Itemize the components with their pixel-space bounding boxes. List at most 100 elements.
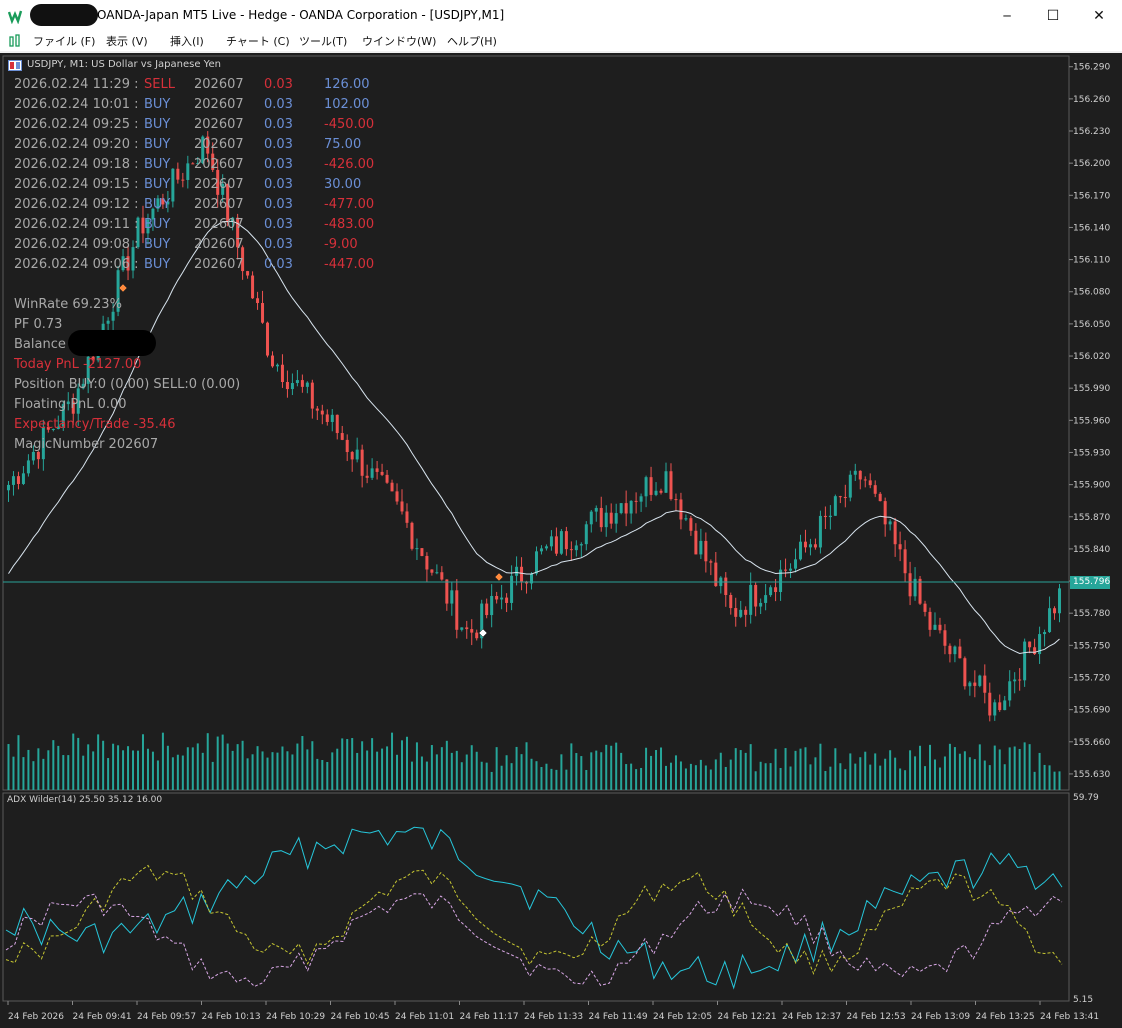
price-tick-label: 155.690: [1073, 706, 1110, 716]
candle-body: [355, 449, 359, 460]
price-tick-label: 156.290: [1073, 63, 1110, 73]
volume-bar: [47, 750, 50, 790]
price-tick-label: 156.020: [1073, 352, 1110, 362]
candle-body: [261, 303, 265, 323]
menu-chart[interactable]: チャート (C): [226, 33, 290, 49]
menu-view[interactable]: 表示 (V): [106, 33, 148, 49]
candle-body: [1058, 588, 1062, 614]
floating-pnl-text: Floating PnL 0.00: [14, 397, 127, 412]
candle-body: [589, 511, 593, 525]
trade-magic: 202607: [194, 137, 244, 152]
volume-bar: [470, 745, 473, 790]
candle-body: [510, 575, 514, 603]
candle-body: [111, 311, 115, 321]
volume-bar: [361, 741, 364, 790]
candle-body: [350, 452, 354, 460]
candle-body: [659, 490, 663, 493]
adx-indicator-label: ADX Wilder(14) 25.50 35.12 16.00: [7, 795, 163, 805]
volume-bar: [72, 733, 75, 790]
volume-bar: [595, 750, 598, 790]
price-tick-label: 156.110: [1073, 256, 1110, 266]
close-button[interactable]: ✕: [1076, 0, 1122, 31]
candle-body: [689, 518, 693, 531]
candle-body: [918, 578, 922, 604]
trade-lots: 0.03: [264, 257, 293, 272]
trade-side: BUY: [144, 177, 171, 192]
volume-bar: [505, 755, 508, 790]
candle-body: [186, 163, 190, 180]
minimize-button[interactable]: ─: [984, 0, 1030, 31]
candle-body: [251, 275, 255, 299]
volume-bar: [779, 767, 782, 790]
candle-body: [609, 512, 613, 524]
trade-time: 2026.02.24 09:18 :: [14, 157, 139, 172]
volume-bar: [410, 761, 413, 790]
volume-bar: [933, 759, 936, 790]
candle-body: [724, 577, 728, 595]
volume-bar: [216, 736, 219, 790]
volume-bar: [246, 758, 249, 790]
time-tick-label: 24 Feb 10:45: [331, 1012, 390, 1022]
candle-body: [335, 414, 339, 434]
volume-bar: [889, 750, 892, 790]
candle-body: [873, 485, 877, 494]
trade-magic: 202607: [194, 157, 244, 172]
candle-body: [739, 609, 743, 617]
menu-tools[interactable]: ツール(T): [299, 33, 347, 49]
time-tick-label: 24 Feb 09:41: [73, 1012, 132, 1022]
volume-bar: [415, 742, 418, 790]
volume-bar: [983, 760, 986, 790]
volume-bar: [809, 764, 812, 790]
candle-body: [1023, 641, 1027, 681]
candle-body: [445, 579, 449, 604]
chart-window[interactable]: 156.290 156.260 156.230 156.200 156.170 156.1…: [0, 53, 1122, 1028]
candle-body: [485, 603, 489, 616]
close-icon: ✕: [1093, 7, 1105, 24]
volume-bar: [12, 756, 15, 790]
trade-magic: 202607: [194, 197, 244, 212]
trade-side: BUY: [144, 197, 171, 212]
candle-body: [828, 515, 832, 518]
menu-insert[interactable]: 挿入(I): [170, 33, 204, 49]
volume-bar: [734, 748, 737, 790]
trade-pnl: -450.00: [324, 117, 375, 132]
candle-body: [908, 573, 912, 597]
candle-body: [340, 433, 344, 440]
candle-body: [435, 572, 439, 574]
candle-body: [883, 501, 887, 525]
volume-bar: [480, 761, 483, 790]
volume-bar: [938, 767, 941, 790]
chart-header: USDJPY, M1: US Dollar vs Japanese Yen: [27, 59, 221, 70]
volume-bar: [1028, 744, 1031, 790]
candle-body: [375, 468, 379, 472]
volume-bar: [122, 750, 125, 790]
volume-bar: [435, 754, 438, 790]
volume-bar: [291, 754, 294, 790]
candle-body: [853, 470, 857, 475]
volume-bar: [729, 759, 732, 790]
price-tick-label: 155.750: [1073, 641, 1110, 651]
candle-body: [176, 168, 180, 180]
menu-file[interactable]: ファイル (F): [33, 33, 95, 49]
volume-bar: [211, 761, 214, 790]
minus-di-line: [5, 888, 1063, 987]
candle-body: [963, 658, 967, 687]
volume-bar: [719, 752, 722, 790]
candle-body: [554, 536, 558, 554]
menu-window[interactable]: ウインドウ(W): [362, 33, 436, 49]
menu-help[interactable]: ヘルプ(H): [447, 33, 497, 49]
candle-body: [823, 515, 827, 518]
candle-body: [993, 702, 997, 716]
trade-side: BUY: [144, 257, 171, 272]
time-tick-label: 24 Feb 13:09: [911, 1012, 970, 1022]
volume-bar: [1008, 747, 1011, 790]
candle-body: [784, 569, 788, 571]
trade-lots: 0.03: [264, 117, 293, 132]
volume-bar: [1053, 771, 1056, 790]
candle-body: [36, 451, 40, 460]
volume-bar: [869, 764, 872, 790]
volume-bar: [301, 736, 304, 790]
volume-bar: [540, 767, 543, 790]
candle-body: [420, 548, 424, 556]
maximize-button[interactable]: ☐: [1030, 0, 1076, 31]
